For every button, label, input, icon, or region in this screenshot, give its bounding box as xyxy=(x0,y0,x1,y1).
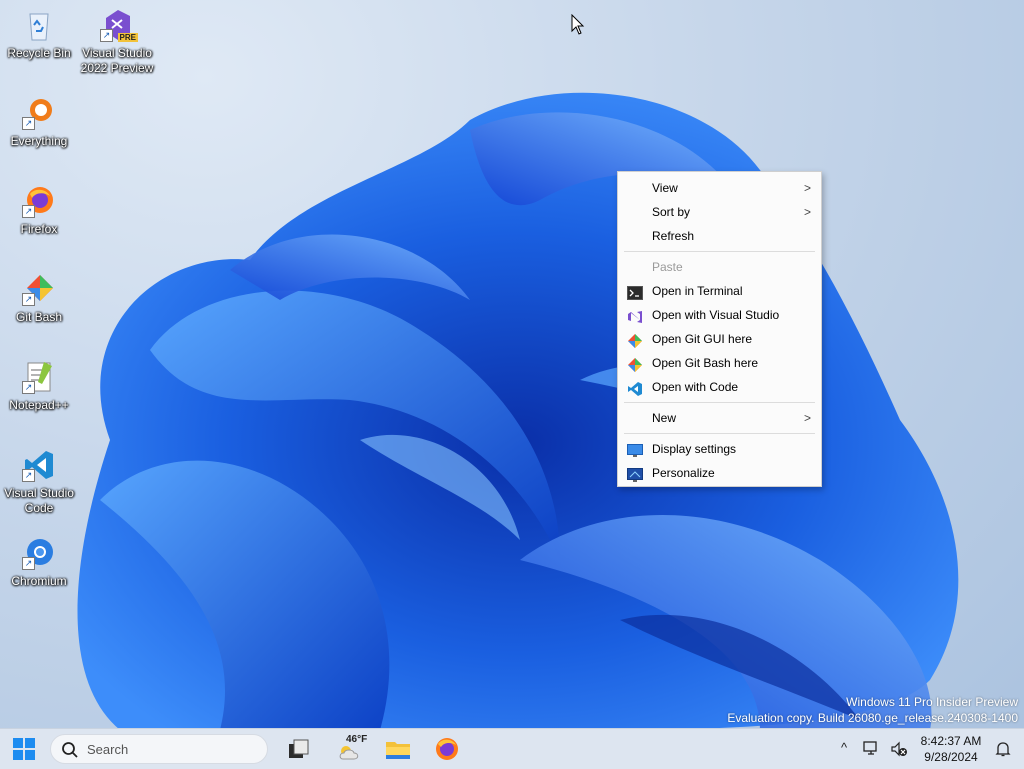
task-view-button[interactable] xyxy=(285,735,313,763)
chromium-icon: ↗ xyxy=(22,536,56,570)
firefox-icon xyxy=(436,738,458,760)
menu-item-display-settings[interactable]: Display settings xyxy=(618,437,821,461)
shortcut-arrow-icon: ↗ xyxy=(22,205,35,218)
menu-item-open-with-visual-studio[interactable]: Open with Visual Studio xyxy=(618,303,821,327)
menu-item-new[interactable]: New > xyxy=(618,406,821,430)
menu-item-label: Open with Visual Studio xyxy=(652,308,780,322)
menu-item-label: Open Git GUI here xyxy=(652,332,753,346)
menu-item-open-git-bash[interactable]: Open Git Bash here xyxy=(618,351,821,375)
everything-icon: ↗ xyxy=(22,96,56,130)
taskbar-search-box[interactable]: Search xyxy=(50,734,268,764)
file-explorer-button[interactable] xyxy=(384,735,412,763)
desktop-icon-label: Everything xyxy=(10,134,68,148)
show-hidden-icons-chevron[interactable]: ^ xyxy=(835,740,853,758)
menu-separator xyxy=(624,251,815,252)
menu-separator xyxy=(624,402,815,403)
taskbar-clock[interactable]: 8:42:37 AM 9/28/2024 xyxy=(916,733,986,765)
notification-bell-icon[interactable] xyxy=(994,740,1012,758)
shortcut-arrow-icon: ↗ xyxy=(100,29,113,42)
task-view-icon xyxy=(289,739,309,758)
menu-item-open-with-code[interactable]: Open with Code xyxy=(618,375,821,399)
menu-separator xyxy=(624,433,815,434)
firefox-icon: ↗ xyxy=(22,184,56,218)
weather-temperature: 46°F xyxy=(346,734,368,745)
menu-item-view[interactable]: View > xyxy=(618,176,821,200)
menu-item-open-in-terminal[interactable]: Open in Terminal xyxy=(618,279,821,303)
vscode-icon: ↗ xyxy=(22,448,56,482)
menu-item-label: Display settings xyxy=(652,442,737,456)
desktop-icon-label: Firefox xyxy=(20,222,58,236)
visual-studio-icon: ↗ PRE xyxy=(100,8,138,42)
search-placeholder: Search xyxy=(87,742,129,757)
volume-muted-icon[interactable] xyxy=(890,740,908,758)
desktop-icon-label: Chromium xyxy=(11,574,67,588)
desktop-icon-git-bash[interactable]: ↗ Git Bash xyxy=(1,272,77,325)
shortcut-arrow-icon: ↗ xyxy=(22,469,35,482)
mouse-cursor-icon xyxy=(571,14,585,35)
shortcut-arrow-icon: ↗ xyxy=(22,381,35,394)
terminal-icon xyxy=(627,284,643,300)
desktop-icon-vscode[interactable]: ↗ Visual Studio Code xyxy=(1,448,77,516)
git-bash-icon xyxy=(627,356,643,372)
personalize-icon xyxy=(627,466,643,482)
wallpaper-bloom xyxy=(77,92,959,730)
menu-item-label: Open Git Bash here xyxy=(652,356,759,370)
menu-item-label: New xyxy=(652,411,677,425)
desktop-icon-label: Notepad++ xyxy=(9,398,69,412)
desktop-icon-everything[interactable]: ↗ Everything xyxy=(1,96,77,149)
desktop-icon-label: Visual Studio 2022 Preview xyxy=(80,46,154,75)
chevron-right-icon: > xyxy=(803,181,811,195)
git-bash-icon: ↗ xyxy=(22,272,56,306)
folder-icon xyxy=(386,742,410,759)
menu-item-label: View xyxy=(652,181,678,195)
network-icon[interactable] xyxy=(862,740,880,758)
menu-item-label: Sort by xyxy=(652,205,691,219)
windows-watermark: Windows 11 Pro Insider Preview Evaluatio… xyxy=(727,694,1018,726)
menu-item-paste: Paste xyxy=(618,255,821,279)
shortcut-arrow-icon: ↗ xyxy=(22,117,35,130)
watermark-edition: Windows 11 Pro Insider Preview xyxy=(846,695,1018,709)
desktop-icon-notepad-plus-plus[interactable]: ↗ Notepad++ xyxy=(1,360,77,413)
preview-badge: PRE xyxy=(117,33,138,42)
windows-logo-icon xyxy=(13,738,35,760)
watermark-build: Evaluation copy. Build 26080.ge_release.… xyxy=(727,711,1018,725)
menu-item-sort-by[interactable]: Sort by > xyxy=(618,200,821,224)
clock-time: 8:42:37 AM xyxy=(920,734,982,748)
menu-item-label: Open with Code xyxy=(652,380,739,394)
vscode-icon xyxy=(627,380,643,396)
desktop-icon-visual-studio-preview[interactable]: ↗ PRE Visual Studio 2022 Preview xyxy=(79,8,155,76)
chevron-right-icon: > xyxy=(803,411,811,425)
search-icon xyxy=(62,742,78,758)
desktop-icon-chromium[interactable]: ↗ Chromium xyxy=(1,536,77,589)
display-icon xyxy=(627,442,643,457)
desktop-icon-recycle-bin[interactable]: Recycle Bin xyxy=(1,8,77,61)
firefox-taskbar-button[interactable] xyxy=(433,735,461,763)
desktop-icon-label: Recycle Bin xyxy=(7,46,71,60)
menu-item-refresh[interactable]: Refresh xyxy=(618,224,821,248)
menu-item-open-git-gui[interactable]: Open Git GUI here xyxy=(618,327,821,351)
shortcut-arrow-icon: ↗ xyxy=(22,293,35,306)
desktop-icon-firefox[interactable]: ↗ Firefox xyxy=(1,184,77,237)
clock-date: 9/28/2024 xyxy=(924,750,978,764)
menu-item-label: Paste xyxy=(652,260,683,274)
shortcut-arrow-icon: ↗ xyxy=(22,557,35,570)
desktop-context-menu: View > Sort by > Refresh Paste Open in T… xyxy=(617,171,822,487)
chevron-right-icon: > xyxy=(803,205,811,219)
menu-item-label: Refresh xyxy=(652,229,695,243)
desktop-icon-label: Visual Studio Code xyxy=(4,486,74,515)
visual-studio-icon xyxy=(627,308,643,323)
menu-item-personalize[interactable]: Personalize xyxy=(618,461,821,485)
notepad-plus-plus-icon: ↗ xyxy=(22,360,56,394)
recycle-bin-icon xyxy=(22,8,56,42)
menu-item-label: Open in Terminal xyxy=(652,284,743,298)
git-gui-icon xyxy=(627,332,643,348)
desktop-icon-label: Git Bash xyxy=(15,310,63,324)
start-button[interactable] xyxy=(10,735,38,763)
menu-item-label: Personalize xyxy=(652,466,715,480)
taskbar: Search 46°F ^ 8:42:37 AM 9/28/2024 xyxy=(0,728,1024,769)
